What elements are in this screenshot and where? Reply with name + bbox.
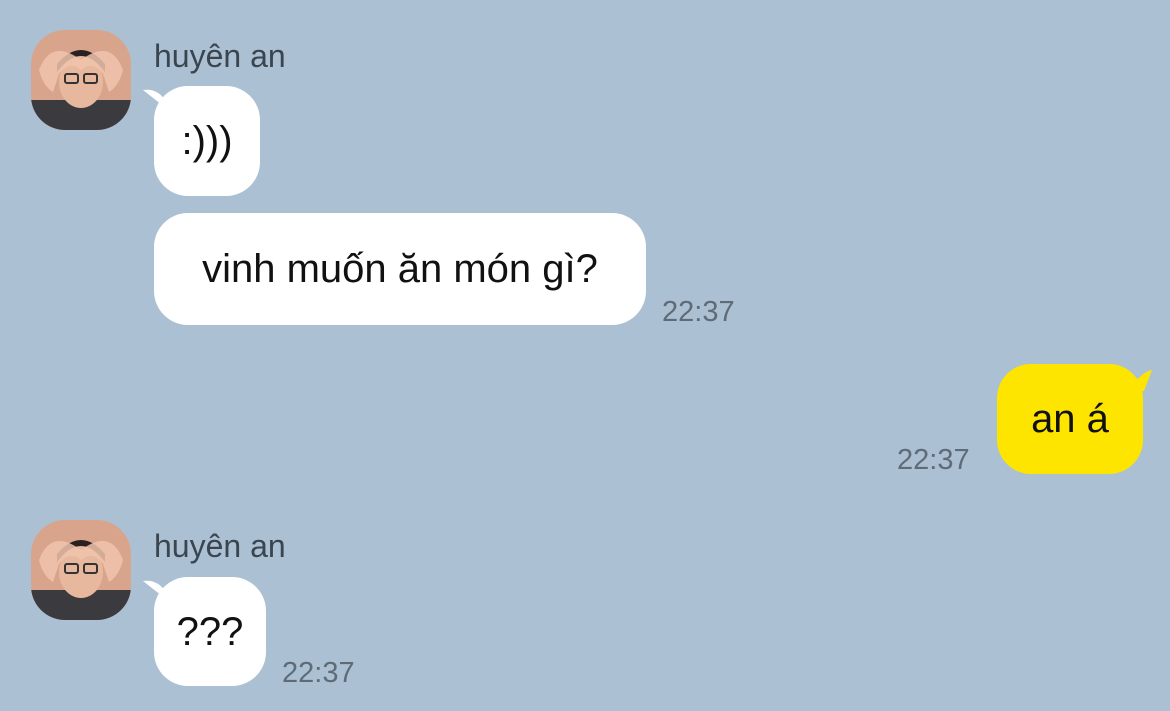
sender-name: huyên an <box>154 528 286 564</box>
message-bubble[interactable]: ??? <box>154 577 266 686</box>
sender-avatar[interactable] <box>31 30 131 130</box>
sender-avatar[interactable] <box>31 520 131 620</box>
message-timestamp: 22:37 <box>282 657 355 689</box>
message-bubble[interactable]: :))) <box>154 86 260 196</box>
sender-name: huyên an <box>154 38 286 74</box>
message-bubble-outgoing[interactable]: an á <box>997 364 1143 474</box>
message-bubble[interactable]: vinh muốn ăn món gì? <box>154 213 646 325</box>
message-timestamp: 22:37 <box>662 296 735 328</box>
message-timestamp: 22:37 <box>897 444 970 476</box>
